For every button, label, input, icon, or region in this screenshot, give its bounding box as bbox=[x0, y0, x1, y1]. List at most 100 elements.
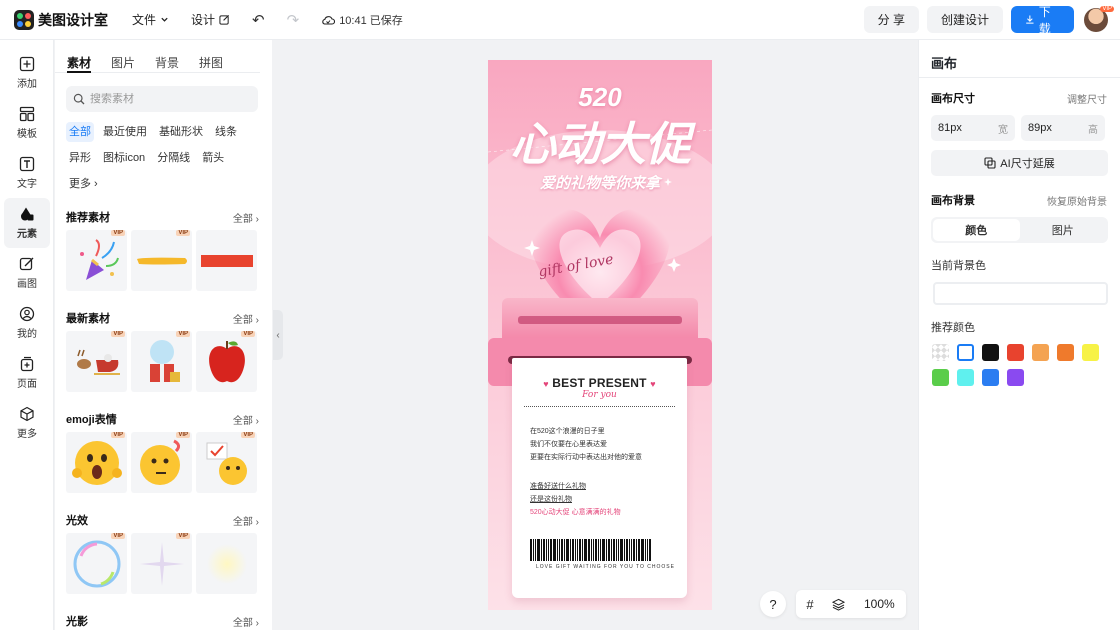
color-swatch[interactable] bbox=[957, 344, 974, 361]
barcode-bar bbox=[641, 539, 644, 561]
search-input[interactable] bbox=[90, 93, 250, 105]
chevron-down-icon bbox=[161, 17, 168, 22]
download-button[interactable]: 下载 bbox=[1011, 5, 1074, 36]
rail-item-mine[interactable]: 我的 bbox=[0, 298, 54, 348]
vip-badge: VIP bbox=[176, 230, 190, 236]
rail-item-label: 文字 bbox=[17, 179, 37, 190]
bg-color-option[interactable]: 颜色 bbox=[933, 219, 1020, 241]
material-sleigh[interactable]: VIP bbox=[66, 331, 127, 392]
color-swatch[interactable] bbox=[1082, 344, 1099, 361]
tab-materials[interactable]: 素材 bbox=[67, 54, 92, 73]
section-light-effects: 光效 全部 › VIP VIP bbox=[55, 511, 272, 594]
design-menu[interactable]: 设计 bbox=[191, 11, 230, 28]
barcode-bar bbox=[572, 539, 574, 561]
section-recommended: 推荐素材 全部 › VIP VIP bbox=[55, 208, 272, 291]
sparkle-icon bbox=[139, 541, 184, 586]
material-sparkle[interactable]: VIP bbox=[131, 533, 192, 594]
rail-item-elements[interactable]: 元素 bbox=[4, 198, 50, 248]
search-icon bbox=[73, 93, 85, 105]
barcode-bar bbox=[647, 539, 648, 561]
chip-all[interactable]: 全部 bbox=[66, 122, 94, 142]
color-swatch[interactable] bbox=[1057, 344, 1074, 361]
section-all-link[interactable]: 全部 › bbox=[233, 412, 259, 427]
zoom-level[interactable]: 100% bbox=[864, 597, 895, 611]
barcode-bar bbox=[543, 539, 545, 561]
rail-item-template[interactable]: 模板 bbox=[0, 98, 54, 148]
color-swatch[interactable] bbox=[957, 369, 974, 386]
material-emoji-shocked[interactable]: VIP bbox=[66, 432, 127, 493]
ai-extend-button[interactable]: AI尺寸延展 bbox=[931, 150, 1108, 176]
color-swatch[interactable] bbox=[932, 369, 949, 386]
material-apple[interactable]: VIP bbox=[196, 331, 257, 392]
section-title: 推荐素材 bbox=[66, 212, 110, 224]
tab-images[interactable]: 图片 bbox=[111, 54, 135, 73]
shocked-emoji-icon bbox=[71, 440, 122, 485]
material-bubble[interactable]: VIP bbox=[66, 533, 127, 594]
bg-image-option[interactable]: 图片 bbox=[1020, 219, 1107, 241]
section-all-link[interactable]: 全部 › bbox=[233, 311, 259, 326]
redo-icon[interactable]: ↷ bbox=[287, 11, 300, 29]
color-swatch[interactable] bbox=[1007, 344, 1024, 361]
help-button[interactable]: ? bbox=[760, 591, 786, 617]
barcode-bar bbox=[618, 539, 619, 561]
width-input[interactable] bbox=[938, 122, 988, 134]
vip-badge: VIP bbox=[111, 230, 125, 236]
material-yellow-brush[interactable]: VIP bbox=[131, 230, 192, 291]
restore-bg-link[interactable]: 恢复原始背景 bbox=[1047, 193, 1107, 208]
section-all-link[interactable]: 全部 › bbox=[233, 210, 259, 225]
tab-backgrounds[interactable]: 背景 bbox=[155, 54, 179, 73]
barcode-bar bbox=[584, 539, 587, 561]
material-party-popper[interactable]: VIP bbox=[66, 230, 127, 291]
chip-dividers[interactable]: 分隔线 bbox=[154, 148, 193, 168]
rail-item-draw[interactable]: 画图 bbox=[0, 248, 54, 298]
chip-basic-shapes[interactable]: 基础形状 bbox=[156, 122, 206, 142]
tab-collage[interactable]: 拼图 bbox=[199, 54, 223, 73]
color-swatch[interactable] bbox=[982, 344, 999, 361]
material-glow[interactable] bbox=[196, 533, 257, 594]
height-input[interactable] bbox=[1028, 122, 1078, 134]
ai-extend-label: AI尺寸延展 bbox=[1000, 158, 1055, 170]
color-swatch[interactable] bbox=[1007, 369, 1024, 386]
current-bg-color[interactable] bbox=[933, 282, 1108, 305]
app-logo[interactable]: 美图设计室 bbox=[14, 9, 108, 30]
grid-icon[interactable]: # bbox=[796, 597, 824, 612]
rail-item-text[interactable]: 文字 bbox=[0, 148, 54, 198]
material-snow-globe[interactable]: VIP bbox=[131, 331, 192, 392]
undo-icon[interactable]: ↶ bbox=[252, 11, 265, 29]
barcode-bar bbox=[598, 539, 599, 561]
color-swatch[interactable] bbox=[932, 344, 949, 361]
width-field: 宽 bbox=[931, 115, 1015, 141]
chip-icons[interactable]: 图标icon bbox=[100, 148, 148, 168]
material-emoji-checklist[interactable]: VIP bbox=[196, 432, 257, 493]
chip-arrows[interactable]: 箭头 bbox=[199, 148, 227, 168]
thinking-emoji-icon bbox=[139, 439, 180, 485]
chip-recent[interactable]: 最近使用 bbox=[100, 122, 150, 142]
save-status: 10:41 已保存 bbox=[321, 12, 403, 28]
share-button[interactable]: 分 享 bbox=[863, 6, 919, 33]
chip-irregular[interactable]: 异形 bbox=[66, 148, 94, 168]
receipt-lines-2: 准备好送什么礼物 还是这份礼物 520心动大促 心意满满的礼物 bbox=[530, 483, 621, 516]
section-all-link[interactable]: 全部 › bbox=[233, 513, 259, 528]
layers-icon[interactable] bbox=[824, 598, 852, 611]
section-all-link[interactable]: 全部 › bbox=[233, 614, 259, 629]
color-swatch[interactable] bbox=[1032, 344, 1049, 361]
create-design-button[interactable]: 创建设计 bbox=[926, 6, 1003, 33]
section-title: 最新素材 bbox=[66, 313, 110, 325]
adjust-size-link[interactable]: 调整尺寸 bbox=[1067, 91, 1107, 106]
chip-lines[interactable]: 线条 bbox=[212, 122, 240, 142]
chip-more[interactable]: 更多 › bbox=[66, 174, 101, 194]
material-red-bar[interactable] bbox=[196, 230, 257, 291]
color-swatch[interactable] bbox=[982, 369, 999, 386]
material-emoji-thinking[interactable]: VIP bbox=[131, 432, 192, 493]
vip-badge: VIP bbox=[241, 331, 255, 337]
rail-item-add[interactable]: 添加 bbox=[0, 48, 54, 98]
panel-collapse-handle[interactable]: ‹ bbox=[273, 310, 283, 360]
barcode-bar bbox=[633, 539, 635, 561]
rail-item-more[interactable]: 更多 bbox=[0, 398, 54, 448]
file-menu[interactable]: 文件 bbox=[132, 11, 169, 28]
rail-item-page[interactable]: 页面 bbox=[0, 348, 54, 398]
design-canvas[interactable]: 520 心动大促 爱的礼物等你来拿 gift of love ♥ BEST PR… bbox=[488, 60, 712, 610]
avatar[interactable]: VIP bbox=[1084, 5, 1114, 32]
barcode-bar bbox=[602, 539, 605, 561]
barcode-bar bbox=[613, 539, 615, 561]
